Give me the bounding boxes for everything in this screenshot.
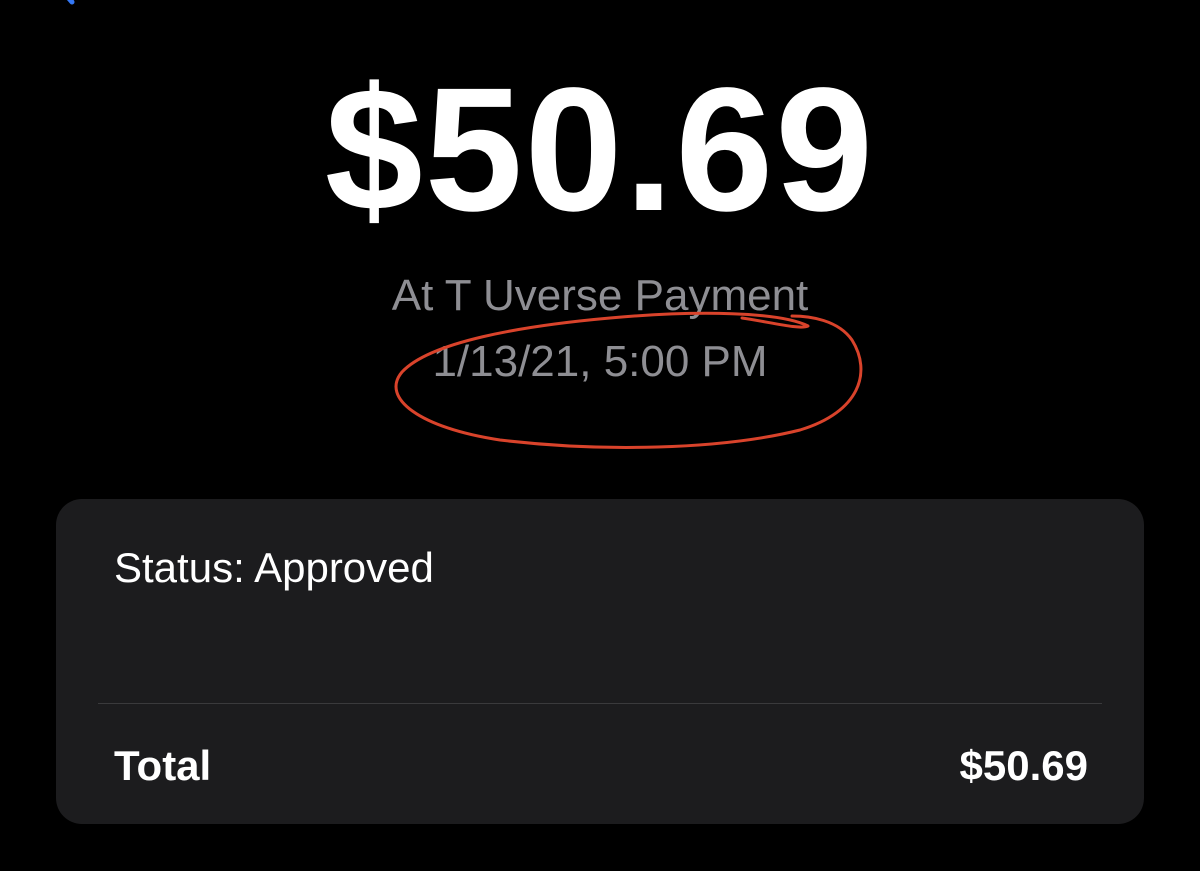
merchant-name: At T Uverse Payment [391,271,809,320]
transaction-details-card: Status: Approved Total $50.69 [56,499,1144,824]
status-label: Status: Approved [114,544,434,591]
total-label: Total [114,742,212,789]
transaction-amount: $50.69 [324,52,876,248]
back-chevron-icon[interactable] [38,0,78,22]
divider [98,703,1102,704]
transaction-datetime: 1/13/21, 5:00 PM [432,337,768,386]
total-value: $50.69 [959,742,1088,789]
